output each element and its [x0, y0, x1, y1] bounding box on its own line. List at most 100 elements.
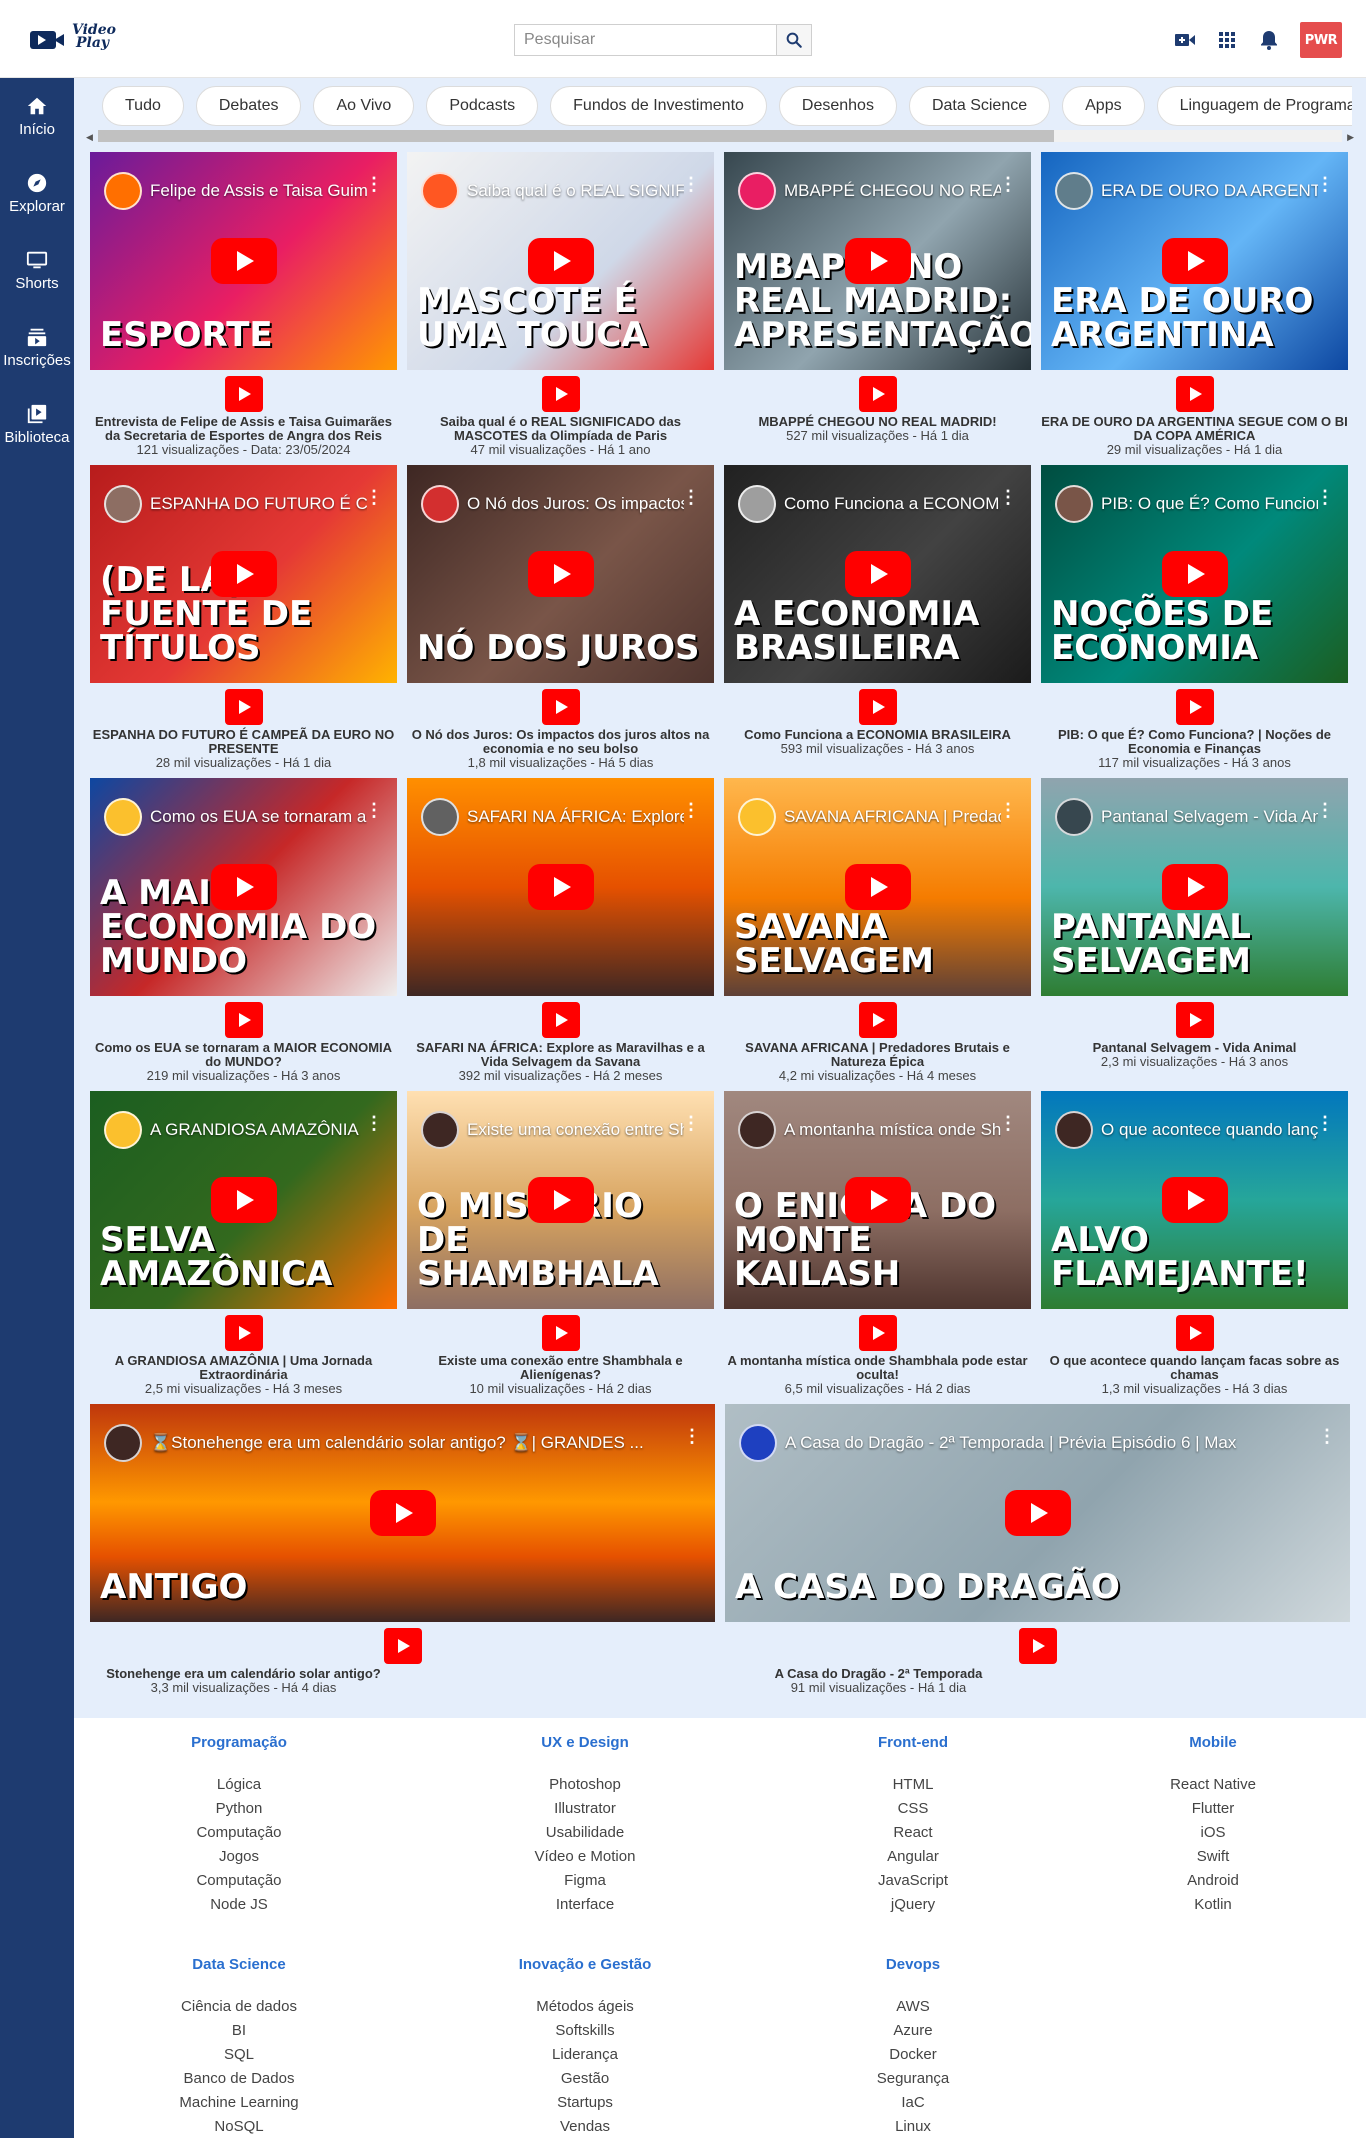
more-options-icon[interactable]: ⋮ — [683, 1426, 701, 1447]
video-card[interactable]: Como os EUA se tornaram a MAIOR⋮A MAIOR … — [90, 778, 397, 1091]
video-thumbnail[interactable]: SAVANA AFRICANA | Predadores⋮ SAVANA SELV… — [724, 778, 1031, 996]
chip-fundos[interactable]: Fundos de Investimento — [550, 86, 767, 126]
more-options-icon[interactable]: ⋮ — [365, 174, 383, 195]
footer-link[interactable]: Startups — [465, 2091, 705, 2115]
footer-heading[interactable]: Mobile — [1093, 1734, 1333, 1751]
search-input[interactable] — [514, 24, 776, 56]
channel-avatar[interactable] — [421, 172, 459, 210]
video-title[interactable]: O que acontece quando lançam facas sobre… — [1041, 1354, 1348, 1382]
footer-link[interactable]: Android — [1093, 1869, 1333, 1893]
chip-podcasts[interactable]: Podcasts — [426, 86, 539, 126]
video-title[interactable]: A GRANDIOSA AMAZÔNIA | Uma Jornada Extra… — [90, 1354, 397, 1382]
sidebar-item-inicio[interactable]: Início — [0, 78, 74, 155]
footer-link[interactable]: Banco de Dados — [119, 2067, 359, 2091]
chips-scrollbar[interactable]: ◀ ▶ — [84, 126, 1356, 142]
channel-avatar[interactable] — [739, 1424, 777, 1462]
video-card[interactable]: O que acontece quando lançam facas⋮ ALVO … — [1041, 1091, 1348, 1404]
more-options-icon[interactable]: ⋮ — [1318, 1426, 1336, 1447]
video-thumbnail[interactable]: PIB: O que É? Como Funciona?⋮ NOÇÕES DE E… — [1041, 465, 1348, 683]
channel-avatar[interactable] — [1055, 1111, 1093, 1149]
video-title[interactable]: Saiba qual é o REAL SIGNIFICADO das MASC… — [407, 415, 714, 443]
footer-heading[interactable]: Programação — [119, 1734, 359, 1751]
footer-link[interactable]: Métodos ágeis — [465, 1995, 705, 2019]
play-icon[interactable] — [1004, 1490, 1071, 1536]
video-title[interactable]: A montanha mística onde Shambhala pode e… — [724, 1354, 1031, 1382]
footer-link[interactable]: Segurança — [793, 2067, 1033, 2091]
play-icon[interactable] — [1161, 551, 1228, 597]
footer-link[interactable]: Computação — [119, 1821, 359, 1845]
video-card[interactable]: A montanha mística onde Shambhala⋮O ENIG… — [724, 1091, 1031, 1404]
play-button[interactable] — [541, 376, 580, 412]
video-thumbnail[interactable]: O que acontece quando lançam facas⋮ ALVO … — [1041, 1091, 1348, 1309]
video-card[interactable]: Saiba qual é o REAL SIGNIFICADO⋮ MASCOTE … — [407, 152, 714, 465]
video-thumbnail[interactable]: SAFARI NA ÁFRICA: Explore ⋮ — [407, 778, 714, 996]
channel-avatar[interactable] — [421, 485, 459, 523]
footer-link[interactable]: Python — [119, 1797, 359, 1821]
video-card[interactable]: MBAPPÉ CHEGOU NO REAL MADRID!⋮MBAPPÉ NO … — [724, 152, 1031, 465]
play-button[interactable] — [224, 1315, 263, 1351]
video-thumbnail[interactable]: Existe uma conexão entre Shambhala⋮O MIS… — [407, 1091, 714, 1309]
video-title[interactable]: O Nó dos Juros: Os impactos dos juros al… — [407, 728, 714, 756]
footer-link[interactable]: Machine Learning — [119, 2091, 359, 2115]
play-button[interactable] — [1175, 376, 1214, 412]
play-icon[interactable] — [844, 551, 911, 597]
more-options-icon[interactable]: ⋮ — [682, 174, 700, 195]
footer-link[interactable]: Vídeo e Motion — [465, 1845, 705, 1869]
channel-avatar[interactable] — [738, 172, 776, 210]
channel-avatar[interactable] — [421, 1111, 459, 1149]
footer-link[interactable]: Kotlin — [1093, 1893, 1333, 1917]
channel-avatar[interactable] — [738, 1111, 776, 1149]
notifications-bell-icon[interactable] — [1258, 29, 1280, 51]
play-button[interactable] — [541, 1315, 580, 1351]
play-icon[interactable] — [210, 551, 277, 597]
footer-heading[interactable]: Inovação e Gestão — [465, 1956, 705, 1973]
video-thumbnail[interactable]: O Nó dos Juros: Os impactos ⋮ NÓ DOS JUROS — [407, 465, 714, 683]
footer-link[interactable]: NoSQL — [119, 2115, 359, 2138]
video-title[interactable]: Existe uma conexão entre Shambhala e Ali… — [407, 1354, 714, 1382]
footer-link[interactable]: IaC — [793, 2091, 1033, 2115]
footer-link[interactable]: React Native — [1093, 1773, 1333, 1797]
footer-link[interactable]: Linux — [793, 2115, 1033, 2138]
more-options-icon[interactable]: ⋮ — [682, 1113, 700, 1134]
footer-link[interactable]: jQuery — [793, 1893, 1033, 1917]
user-avatar[interactable]: PWR — [1300, 22, 1342, 58]
footer-link[interactable]: Illustrator — [465, 1797, 705, 1821]
play-button[interactable] — [224, 689, 263, 725]
video-title[interactable]: A Casa do Dragão - 2ª Temporada — [725, 1667, 1032, 1681]
create-video-icon[interactable] — [1174, 29, 1196, 51]
channel-avatar[interactable] — [104, 798, 142, 836]
more-options-icon[interactable]: ⋮ — [1316, 1113, 1334, 1134]
play-icon[interactable] — [210, 1177, 277, 1223]
footer-link[interactable]: AWS — [793, 1995, 1033, 2019]
play-button[interactable] — [858, 1002, 897, 1038]
more-options-icon[interactable]: ⋮ — [999, 174, 1017, 195]
channel-avatar[interactable] — [738, 798, 776, 836]
footer-link[interactable]: CSS — [793, 1797, 1033, 1821]
search-button[interactable] — [776, 24, 812, 56]
video-title[interactable]: ERA DE OURO DA ARGENTINA SEGUE COM O BI … — [1041, 415, 1348, 443]
footer-link[interactable]: Softskills — [465, 2019, 705, 2043]
video-thumbnail[interactable]: Felipe de Assis e Taisa Guimarães | Entr… — [90, 152, 397, 370]
footer-heading[interactable]: Data Science — [119, 1956, 359, 1973]
video-title[interactable]: Como os EUA se tornaram a MAIOR ECONOMIA… — [90, 1041, 397, 1069]
footer-link[interactable]: Computação — [119, 1869, 359, 1893]
scrollbar-thumb[interactable] — [98, 130, 1054, 142]
channel-avatar[interactable] — [104, 172, 142, 210]
play-button[interactable] — [858, 1315, 897, 1351]
play-icon[interactable] — [844, 238, 911, 284]
footer-link[interactable]: Liderança — [465, 2043, 705, 2067]
chip-ao-vivo[interactable]: Ao Vivo — [313, 86, 415, 126]
footer-link[interactable]: SQL — [119, 2043, 359, 2067]
play-icon[interactable] — [1161, 238, 1228, 284]
footer-link[interactable]: Usabilidade — [465, 1821, 705, 1845]
play-button[interactable] — [383, 1628, 422, 1664]
footer-link[interactable]: Jogos — [119, 1845, 359, 1869]
footer-link[interactable]: BI — [119, 2019, 359, 2043]
channel-avatar[interactable] — [104, 1424, 142, 1462]
scroll-right-icon[interactable]: ▶ — [1347, 132, 1354, 143]
chip-apps[interactable]: Apps — [1062, 86, 1145, 126]
video-thumbnail[interactable]: A montanha mística onde Shambhala⋮O ENIG… — [724, 1091, 1031, 1309]
video-title[interactable]: ESPANHA DO FUTURO É CAMPEÃ DA EURO NO PR… — [90, 728, 397, 756]
video-card[interactable]: O Nó dos Juros: Os impactos ⋮ NÓ DOS JUROS… — [407, 465, 714, 778]
play-icon[interactable] — [527, 1177, 594, 1223]
